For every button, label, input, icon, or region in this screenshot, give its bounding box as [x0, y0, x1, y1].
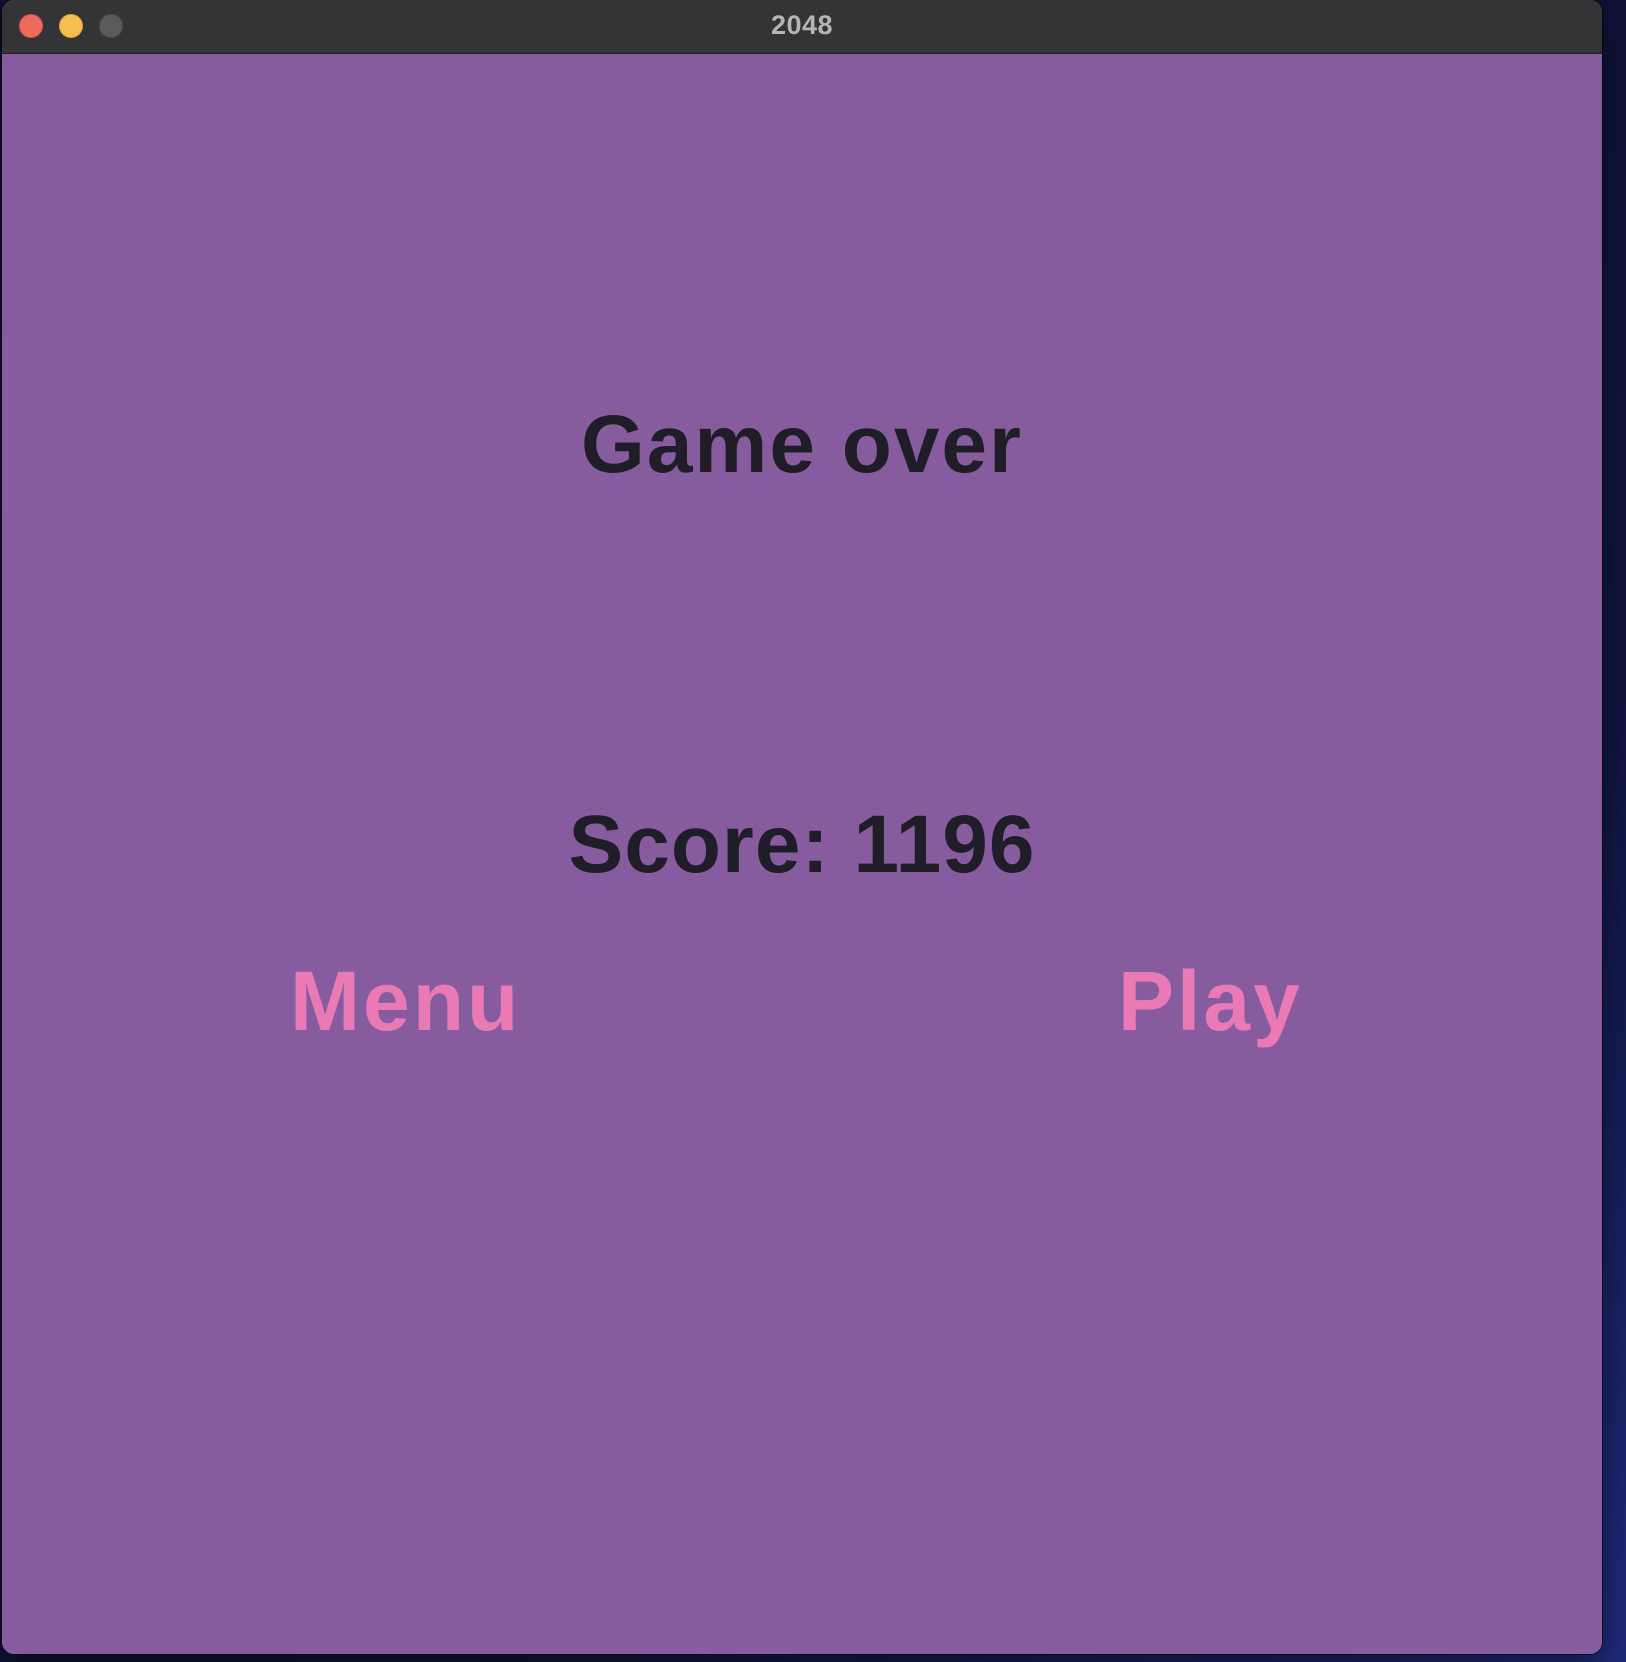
- title-bar[interactable]: 2048: [2, 0, 1602, 54]
- menu-button[interactable]: Menu: [290, 959, 521, 1043]
- game-over-heading: Game over: [581, 399, 1023, 490]
- play-button[interactable]: Play: [1118, 959, 1303, 1043]
- app-window: 2048 Game over Score: 1196 Menu Play: [2, 0, 1602, 1654]
- game-over-screen: Game over Score: 1196 Menu Play: [2, 54, 1602, 1654]
- window-title: 2048: [770, 10, 834, 40]
- score-label: Score: 1196: [568, 799, 1036, 890]
